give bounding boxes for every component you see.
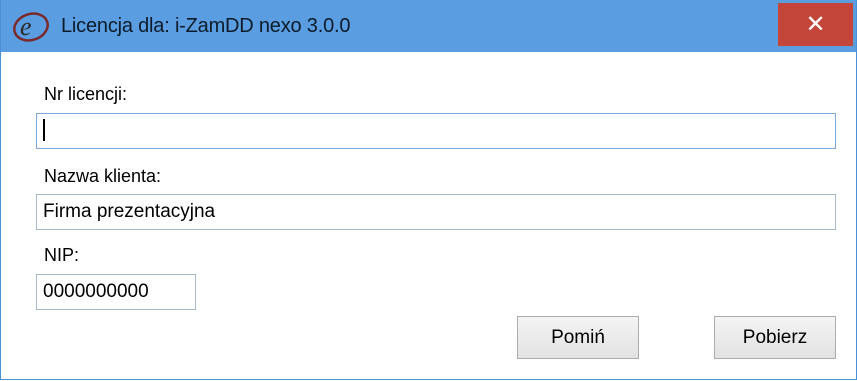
nip-label: NIP: xyxy=(44,245,80,265)
skip-button[interactable]: Pomiń xyxy=(517,316,639,359)
app-logo-icon: e xyxy=(13,12,49,42)
close-icon: ✕ xyxy=(805,11,826,38)
license-number-input[interactable] xyxy=(36,113,836,149)
license-number-label: Nr licencji: xyxy=(44,84,128,104)
svg-text:e: e xyxy=(20,12,32,41)
client-name-label: Nazwa klienta: xyxy=(44,166,162,186)
license-dialog: e Licencja dla: i-ZamDD nexo 3.0.0 ✕ Nr … xyxy=(0,0,857,380)
window-title: Licencja dla: i-ZamDD nexo 3.0.0 xyxy=(61,15,351,37)
title-bar[interactable]: e Licencja dla: i-ZamDD nexo 3.0.0 ✕ xyxy=(1,0,856,52)
text-caret xyxy=(43,118,45,141)
close-button[interactable]: ✕ xyxy=(778,3,853,46)
nip-input[interactable]: 0000000000 xyxy=(36,274,196,310)
client-name-input[interactable]: Firma prezentacyjna xyxy=(36,194,836,230)
fetch-button[interactable]: Pobierz xyxy=(714,316,836,359)
